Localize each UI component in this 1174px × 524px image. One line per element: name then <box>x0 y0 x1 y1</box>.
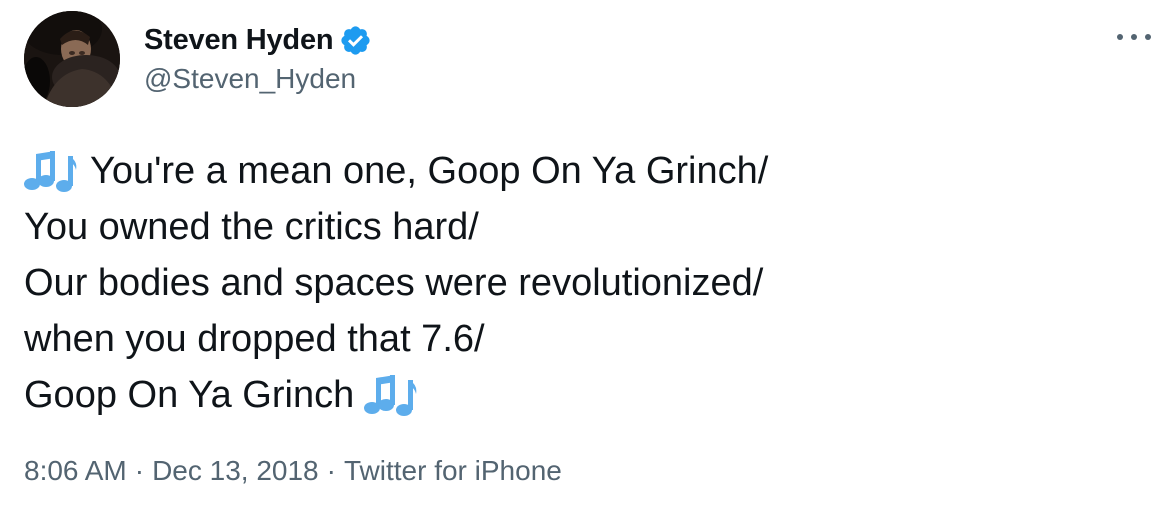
avatar[interactable] <box>24 11 120 107</box>
musical-notes-icon <box>24 148 80 194</box>
tweet-line: when you dropped that 7.6/ <box>24 311 1144 367</box>
tweet-time[interactable]: 8:06 AM <box>24 455 127 487</box>
author-handle[interactable]: @Steven_Hyden <box>144 63 356 95</box>
tweet-date[interactable]: Dec 13, 2018 <box>152 455 319 487</box>
tweet-line-text: You're a mean one, Goop On Ya Grinch/ <box>90 150 769 192</box>
verified-badge-icon <box>339 24 372 57</box>
meta-separator: · <box>134 455 145 486</box>
more-options-icon[interactable] <box>1117 28 1151 46</box>
tweet-line-text: when you dropped that 7.6/ <box>24 318 485 360</box>
tweet-line-text: Goop On Ya Grinch <box>24 374 355 416</box>
tweet-line-text: You owned the critics hard/ <box>24 206 479 248</box>
display-name[interactable]: Steven Hyden <box>144 24 334 57</box>
tweet-card: Steven Hyden @Steven_Hyden You're a mean… <box>0 0 1174 524</box>
tweet-line-text: Our bodies and spaces were revolutionize… <box>24 262 764 304</box>
tweet-meta: 8:06 AM · Dec 13, 2018 · Twitter for iPh… <box>24 455 562 487</box>
tweet-line: You owned the critics hard/ <box>24 199 1144 255</box>
meta-separator: · <box>326 455 336 486</box>
tweet-line: Goop On Ya Grinch <box>24 367 1144 423</box>
tweet-line: Our bodies and spaces were revolutionize… <box>24 255 1144 311</box>
tweet-source[interactable]: Twitter for iPhone <box>344 455 562 487</box>
tweet-line: You're a mean one, Goop On Ya Grinch/ <box>24 143 1144 199</box>
musical-notes-icon <box>364 372 420 418</box>
author-row: Steven Hyden <box>144 22 372 58</box>
tweet-text: You're a mean one, Goop On Ya Grinch/ Yo… <box>24 143 1144 423</box>
avatar-photo <box>24 11 120 107</box>
